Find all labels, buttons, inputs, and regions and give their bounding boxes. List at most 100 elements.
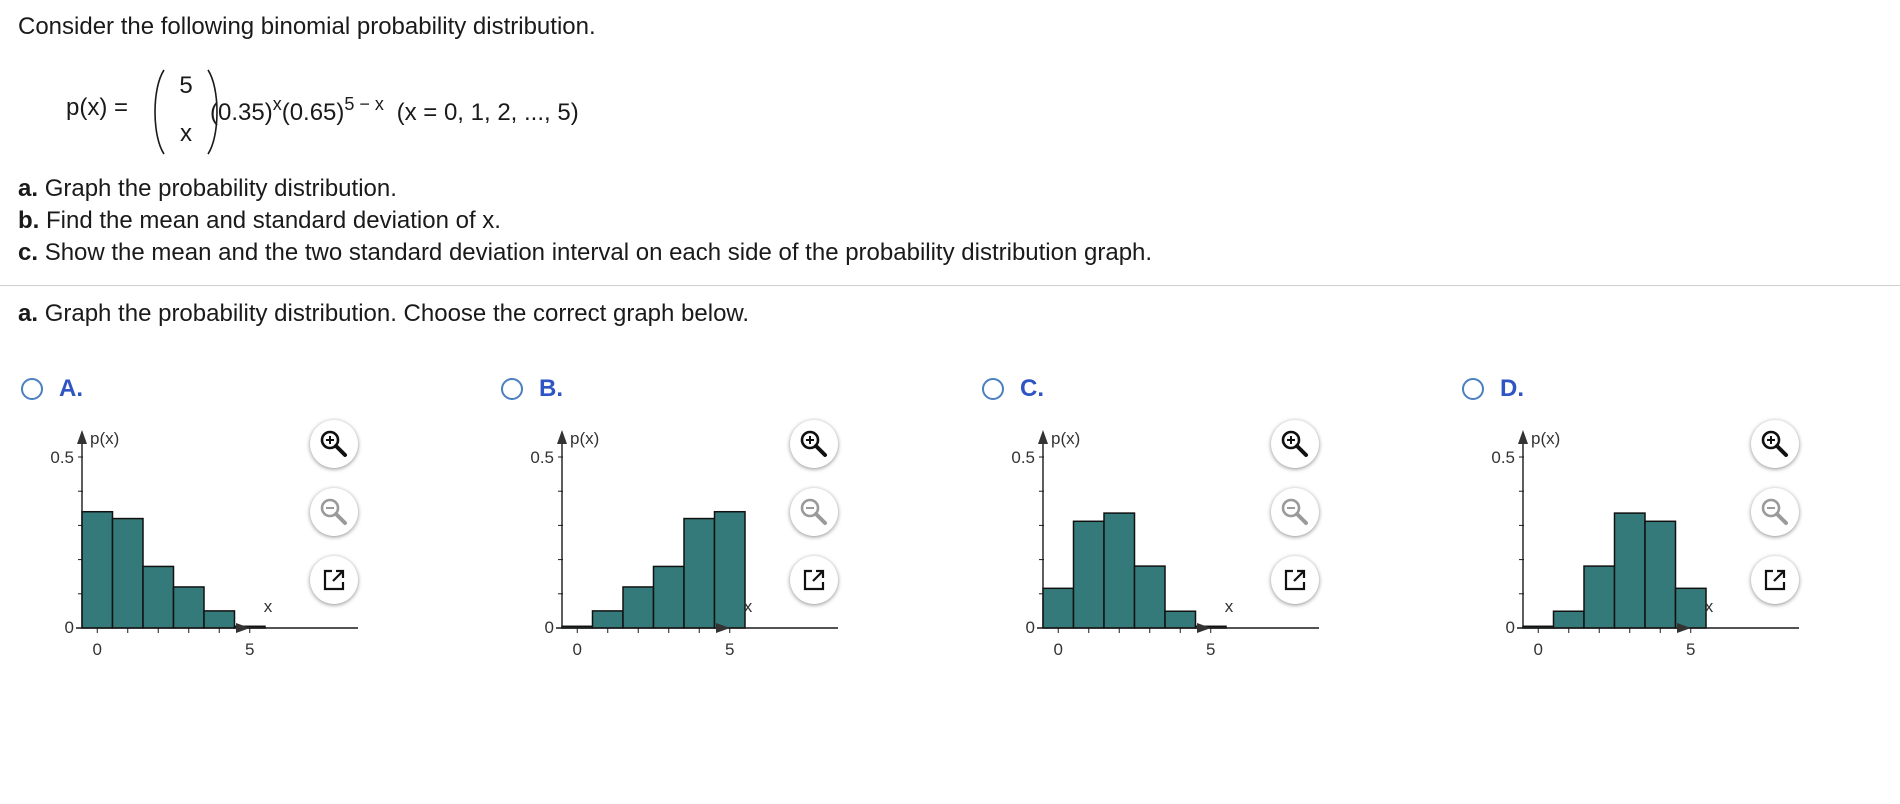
answer-option-c[interactable]: C. 0 0.5 0 5 p(x) x bbox=[961, 370, 1441, 690]
bar-x-2 bbox=[1583, 565, 1616, 629]
section-divider bbox=[0, 285, 1900, 286]
x-tick-label-5: 5 bbox=[245, 640, 254, 659]
x-tick-label-5: 5 bbox=[725, 640, 734, 659]
bar-x-4 bbox=[203, 610, 236, 629]
zoom-out-icon bbox=[1281, 498, 1308, 525]
intro-text: Consider the following binomial probabil… bbox=[18, 13, 596, 40]
bar-x-4 bbox=[1164, 610, 1197, 629]
bar-x-2 bbox=[622, 586, 655, 629]
zoom-out-button[interactable] bbox=[790, 488, 838, 536]
radio-button[interactable] bbox=[501, 378, 523, 400]
option-label[interactable]: D. bbox=[1500, 375, 1524, 403]
binom-top: 5 bbox=[179, 72, 193, 99]
radio-button[interactable] bbox=[1462, 378, 1484, 400]
zoom-out-button[interactable] bbox=[310, 488, 358, 536]
answer-option-a[interactable]: A. 0 0.5 0 5 p(x) x bbox=[0, 370, 480, 690]
zoom-in-button[interactable] bbox=[310, 420, 358, 468]
y-axis-arrow-icon bbox=[557, 430, 567, 444]
question-text: a. Graph the probability distribution. C… bbox=[18, 300, 750, 327]
bar-x-4 bbox=[683, 517, 716, 629]
y-tick-label-05: 0.5 bbox=[1011, 448, 1035, 467]
y-axis-arrow-icon bbox=[77, 430, 87, 444]
option-label[interactable]: C. bbox=[1020, 375, 1044, 403]
option-label[interactable]: B. bbox=[539, 375, 563, 403]
p-base: (0.35) bbox=[210, 99, 273, 126]
option-label[interactable]: A. bbox=[59, 375, 83, 403]
bar-x-2 bbox=[1103, 512, 1136, 629]
y-axis-label: p(x) bbox=[570, 429, 599, 448]
x-axis-label: x bbox=[1225, 597, 1234, 616]
y-tick-label-05: 0.5 bbox=[530, 448, 554, 467]
popout-button[interactable] bbox=[790, 556, 838, 604]
binom-bottom: x bbox=[180, 120, 192, 147]
y-tick-label-0: 0 bbox=[1026, 618, 1035, 637]
bar-x-3 bbox=[172, 586, 205, 629]
formula-lhs: p(x) = bbox=[66, 94, 129, 121]
bar-x-3 bbox=[1613, 512, 1646, 629]
formula-rhs: (0.35)x(0.65)5 − x (x = 0, 1, 2, ..., 5) bbox=[210, 94, 579, 127]
zoom-out-icon bbox=[800, 498, 827, 525]
bar-x-1 bbox=[591, 610, 624, 629]
zoom-in-icon bbox=[800, 430, 827, 457]
zoom-out-button[interactable] bbox=[1751, 488, 1799, 536]
radio-button[interactable] bbox=[21, 378, 43, 400]
answer-option-d[interactable]: D. 0 0.5 0 5 p(x) x bbox=[1441, 370, 1900, 690]
answer-option-b[interactable]: B. 0 0.5 0 5 p(x) x bbox=[480, 370, 960, 690]
y-axis-label: p(x) bbox=[1051, 429, 1080, 448]
zoom-in-icon bbox=[1281, 430, 1308, 457]
x-tick-label-0: 0 bbox=[1054, 640, 1063, 659]
y-tick-label-05: 0.5 bbox=[1491, 448, 1515, 467]
popout-icon bbox=[323, 569, 345, 591]
x-tick-label-5: 5 bbox=[1206, 640, 1215, 659]
bar-x-3 bbox=[1133, 565, 1166, 629]
x-tick-label-0: 0 bbox=[93, 640, 102, 659]
p-exponent: x bbox=[272, 94, 282, 114]
part-a: a. Graph the probability distribution. bbox=[18, 175, 397, 202]
q-base: (0.65) bbox=[281, 99, 345, 126]
y-axis-label: p(x) bbox=[1531, 429, 1560, 448]
y-tick-label-05: 0.5 bbox=[50, 448, 74, 467]
x-axis-label: x bbox=[264, 597, 273, 616]
popout-icon bbox=[1764, 569, 1786, 591]
y-axis-arrow-icon bbox=[1518, 430, 1528, 444]
bar-x-1 bbox=[1552, 610, 1585, 629]
bar-x-1 bbox=[1072, 520, 1105, 629]
zoom-in-button[interactable] bbox=[1271, 420, 1319, 468]
radio-button[interactable] bbox=[982, 378, 1004, 400]
formula-domain: (x = 0, 1, 2, ..., 5) bbox=[396, 99, 579, 126]
x-axis-arrow-icon bbox=[236, 623, 250, 633]
bar-x-3 bbox=[652, 565, 685, 629]
y-axis-label: p(x) bbox=[90, 429, 119, 448]
popout-icon bbox=[1284, 569, 1306, 591]
popout-button[interactable] bbox=[1751, 556, 1799, 604]
zoom-in-icon bbox=[320, 430, 347, 457]
y-tick-label-0: 0 bbox=[545, 618, 554, 637]
bar-x-1 bbox=[111, 517, 144, 629]
x-axis-label: x bbox=[744, 597, 753, 616]
zoom-out-icon bbox=[320, 498, 347, 525]
y-tick-label-0: 0 bbox=[65, 618, 74, 637]
popout-icon bbox=[803, 569, 825, 591]
x-tick-label-0: 0 bbox=[573, 640, 582, 659]
x-axis-arrow-icon bbox=[1197, 623, 1211, 633]
part-c: c. Show the mean and the two standard de… bbox=[18, 239, 1153, 266]
zoom-in-button[interactable] bbox=[1751, 420, 1799, 468]
y-tick-label-0: 0 bbox=[1506, 618, 1515, 637]
q-exponent: 5 − x bbox=[344, 94, 384, 114]
zoom-in-icon bbox=[1761, 430, 1788, 457]
zoom-out-icon bbox=[1761, 498, 1788, 525]
x-tick-label-5: 5 bbox=[1686, 640, 1695, 659]
bar-x-5 bbox=[1674, 587, 1707, 629]
zoom-out-button[interactable] bbox=[1271, 488, 1319, 536]
bar-x-0 bbox=[81, 510, 114, 629]
y-axis-arrow-icon bbox=[1038, 430, 1048, 444]
zoom-in-button[interactable] bbox=[790, 420, 838, 468]
popout-button[interactable] bbox=[1271, 556, 1319, 604]
bar-x-0 bbox=[1042, 587, 1075, 629]
bar-x-5 bbox=[713, 510, 746, 629]
bar-x-4 bbox=[1644, 520, 1677, 629]
part-b: b. Find the mean and standard deviation … bbox=[18, 207, 501, 234]
x-axis-label: x bbox=[1705, 597, 1714, 616]
popout-button[interactable] bbox=[310, 556, 358, 604]
x-tick-label-0: 0 bbox=[1534, 640, 1543, 659]
